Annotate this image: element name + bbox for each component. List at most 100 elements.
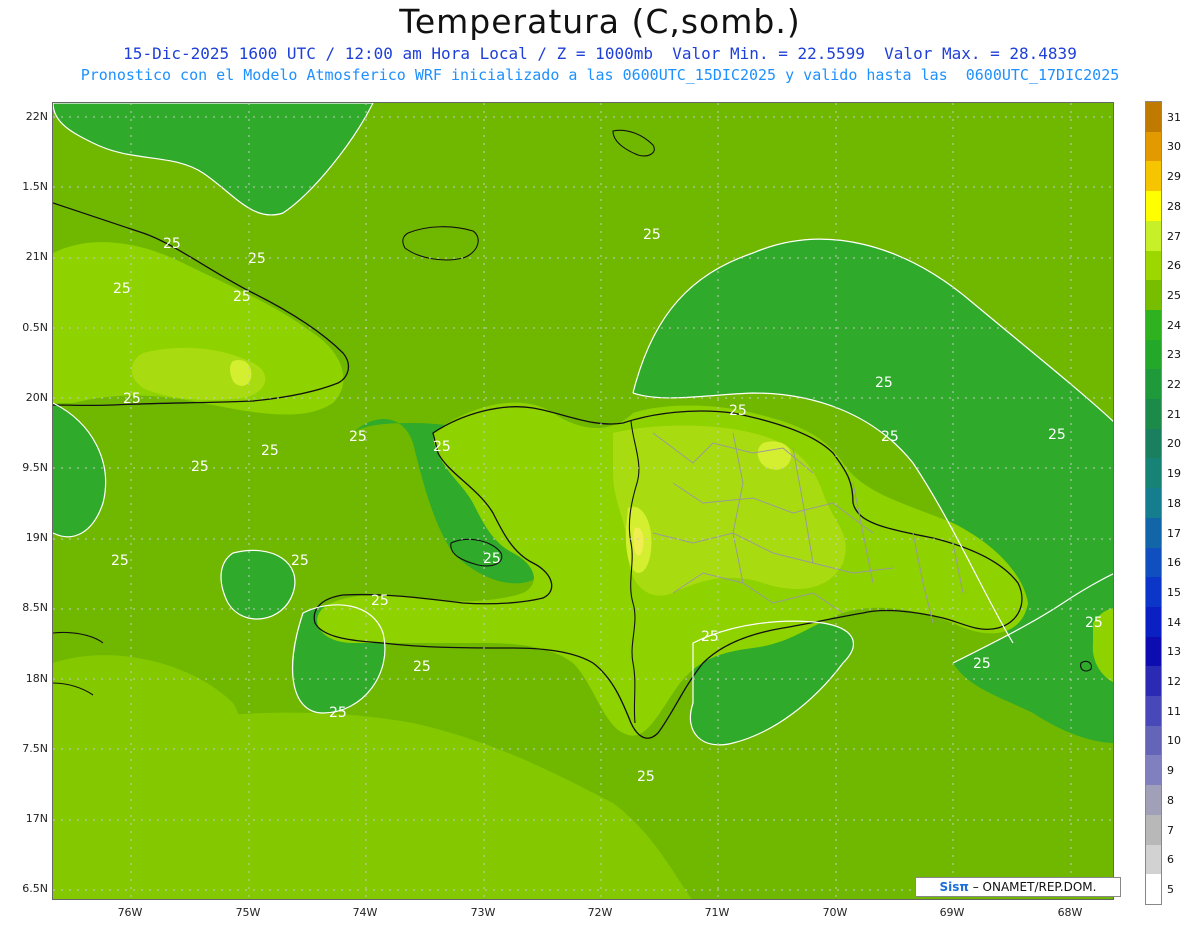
contour-label: 25 <box>371 593 389 609</box>
colorbar-tick-label: 22 <box>1167 378 1181 392</box>
contour-label: 25 <box>349 429 367 445</box>
lat-label: 19N <box>25 531 48 544</box>
lat-label: 7.5N <box>22 742 48 755</box>
colorbar-tick-label: 13 <box>1167 645 1181 659</box>
colorbar-segment <box>1146 102 1161 133</box>
contour-label: 25 <box>163 236 181 252</box>
lat-label: 1.5N <box>22 180 48 193</box>
contour-label: 25 <box>643 227 661 243</box>
lon-label: 68W <box>1057 906 1083 919</box>
lon-label: 71W <box>704 906 730 919</box>
colorbar-tick-label: 10 <box>1167 734 1181 748</box>
contour-label: 25 <box>483 551 501 567</box>
colorbar-segment <box>1146 428 1161 459</box>
colorbar-segment <box>1146 755 1161 786</box>
colorbar-tick-label: 25 <box>1167 288 1181 302</box>
colorbar-tick-label: 18 <box>1167 496 1181 510</box>
lon-label: 75W <box>235 906 261 919</box>
lat-label: 22N <box>25 110 48 123</box>
contour-label: 25 <box>1048 427 1066 443</box>
contour-label: 25 <box>233 289 251 305</box>
colorbar-tick-label: 11 <box>1167 704 1181 718</box>
map-canvas: 25 25 25 25 25 25 25 25 25 25 25 25 25 2… <box>53 103 1113 899</box>
colorbar-tick-label: 12 <box>1167 675 1181 689</box>
colorbar-segment <box>1146 785 1161 816</box>
lon-label: 70W <box>822 906 848 919</box>
colorbar-segment <box>1146 339 1161 370</box>
colorbar-tick-label: 14 <box>1167 615 1181 629</box>
colorbar-segment <box>1146 874 1161 905</box>
lat-label: 21N <box>25 250 48 263</box>
contour-label: 25 <box>191 459 209 475</box>
lon-label: 69W <box>939 906 965 919</box>
contour-label: 25 <box>433 439 451 455</box>
colorbar-tick-label: 8 <box>1167 793 1174 807</box>
colorbar-tick-label: 29 <box>1167 170 1181 184</box>
contour-label: 25 <box>248 251 266 267</box>
contour-label: 25 <box>637 769 655 785</box>
colorbar-tick-label: 26 <box>1167 259 1181 273</box>
colorbar-segment <box>1146 131 1161 162</box>
colorbar-segment <box>1146 547 1161 578</box>
colorbar-segment <box>1146 517 1161 549</box>
colorbar-segment <box>1146 250 1161 281</box>
colorbar-tick-label: 9 <box>1167 764 1174 778</box>
colorbar-tick-label: 20 <box>1167 437 1181 451</box>
colorbar-segment <box>1146 636 1161 667</box>
credit-text: – ONAMET/REP.DOM. <box>968 880 1097 894</box>
colorbar-segment <box>1146 606 1161 638</box>
lon-label: 72W <box>587 906 613 919</box>
colorbar-segment <box>1146 577 1161 608</box>
contour-label: 25 <box>881 429 899 445</box>
contour-label: 25 <box>261 443 279 459</box>
lat-label: 0.5N <box>22 321 48 334</box>
contour-label: 25 <box>875 375 893 391</box>
contour-label: 25 <box>729 403 747 419</box>
colorbar-segment <box>1146 814 1161 846</box>
contour-label: 25 <box>1085 615 1103 631</box>
colorbar-tick-label: 30 <box>1167 140 1181 154</box>
contour-label: 25 <box>113 281 131 297</box>
credit-brand: Sisπ <box>939 880 969 894</box>
colorbar-tick-label: 5 <box>1167 883 1174 896</box>
colorbar-tick-label: 17 <box>1167 526 1181 540</box>
colorbar-segment <box>1146 844 1161 875</box>
colorbar-segment <box>1146 458 1161 489</box>
colorbar-tick-label: 21 <box>1167 407 1181 421</box>
colorbar-tick-label: 16 <box>1167 556 1181 570</box>
contour-label: 25 <box>111 553 129 569</box>
colorbar-tick-label: 15 <box>1167 585 1181 599</box>
colorbar-tick-label: 19 <box>1167 467 1181 481</box>
colorbar-segment <box>1146 369 1161 400</box>
contour-label: 25 <box>291 553 309 569</box>
forecast-valid-time: 15-Dic-2025 1600 UTC / 12:00 am Hora Loc… <box>123 44 1077 63</box>
lat-label: 6.5N <box>22 882 48 895</box>
colorbar-tick-label: 27 <box>1167 229 1181 243</box>
model-run-info: Pronostico con el Modelo Atmosferico WRF… <box>80 66 1120 84</box>
contour-label: 25 <box>701 629 719 645</box>
colorbar-segment <box>1146 280 1161 311</box>
map-title: Temperatura (C,somb.) <box>399 2 801 41</box>
colorbar-segment <box>1146 488 1161 519</box>
colorbar-segment <box>1146 161 1161 192</box>
lat-label: 18N <box>25 672 48 685</box>
colorbar-segment <box>1146 696 1161 727</box>
colorbar-tick-label: 7 <box>1167 823 1174 837</box>
colorbar-segment <box>1146 725 1161 756</box>
colorbar-tick-label: 23 <box>1167 348 1181 362</box>
lat-label: 20N <box>25 391 48 404</box>
colorbar-tick-label: 24 <box>1167 318 1181 332</box>
colorbar-tick-label: 28 <box>1167 199 1181 213</box>
lat-label: 17N <box>25 812 48 825</box>
lon-label: 73W <box>470 906 496 919</box>
colorbar-segment <box>1146 666 1161 697</box>
lon-label: 76W <box>117 906 143 919</box>
contour-label: 25 <box>973 656 991 672</box>
credit-box: Sisπ – ONAMET/REP.DOM. <box>915 877 1121 897</box>
colorbar-tick-label: 6 <box>1167 853 1174 867</box>
colorbar-segment <box>1146 399 1161 430</box>
colorbar-segment <box>1146 191 1161 222</box>
lat-label: 8.5N <box>22 601 48 614</box>
lat-label: 9.5N <box>22 461 48 474</box>
contour-label: 25 <box>413 659 431 675</box>
